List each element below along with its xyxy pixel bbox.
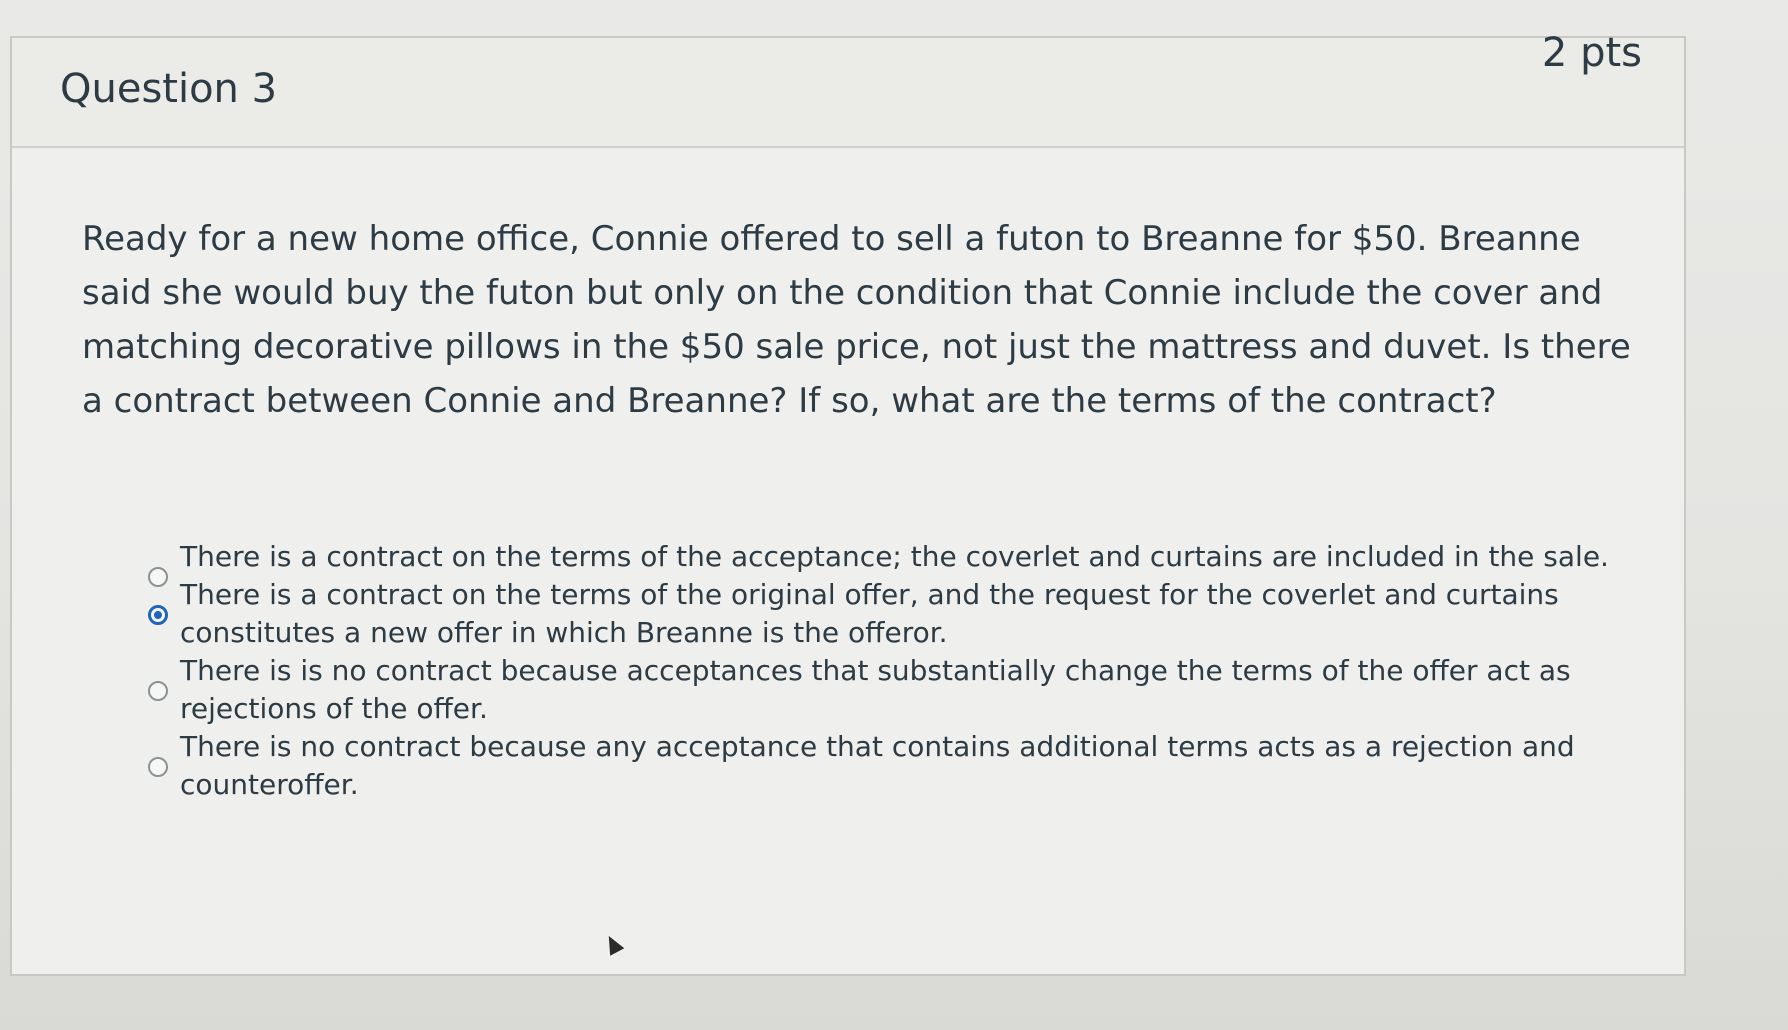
question-card: Question 3 2 pts Ready for a new home of… <box>10 30 1686 976</box>
radio-button[interactable] <box>148 757 168 777</box>
question-body: Ready for a new home office, Connie offe… <box>12 148 1684 974</box>
question-header: Question 3 2 pts <box>12 30 1684 148</box>
radio-button[interactable] <box>148 681 168 701</box>
answer-option-3[interactable]: There is is no contract because acceptan… <box>122 652 1622 728</box>
answer-label: There is a contract on the terms of the … <box>180 540 1609 573</box>
answer-option-4[interactable]: There is no contract because any accepta… <box>122 728 1622 804</box>
answer-option-2[interactable]: There is a contract on the terms of the … <box>122 576 1622 652</box>
question-points: 2 pts <box>1541 30 1642 76</box>
answer-list: There is a contract on the terms of the … <box>122 538 1622 804</box>
radio-button-selected[interactable] <box>148 605 168 625</box>
answer-label: There is a contract on the terms of the … <box>180 578 1559 649</box>
answer-option-1[interactable]: There is a contract on the terms of the … <box>122 538 1622 587</box>
answer-label: There is is no contract because acceptan… <box>180 654 1571 725</box>
question-title: Question 3 <box>60 66 278 112</box>
answer-label: There is no contract because any accepta… <box>180 730 1575 801</box>
question-text: Ready for a new home office, Connie offe… <box>82 219 1631 421</box>
